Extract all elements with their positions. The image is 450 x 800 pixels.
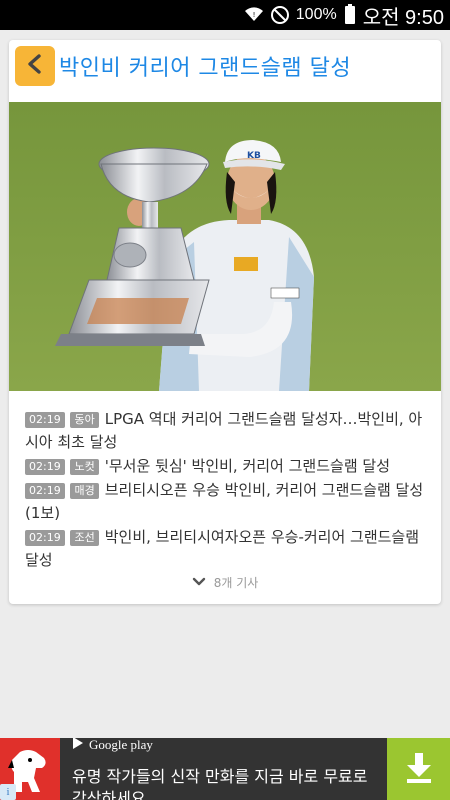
hero-image[interactable]: KB [9,102,441,391]
news-headline: '무서운 뒷심' 박인비, 커리어 그랜드슬램 달성 [104,457,390,475]
news-card: 박인비 커리어 그랜드슬램 달성 KB 02:19 동아 LPGA 역대 커리어… [9,40,441,604]
news-item[interactable]: 02:19 조선 박인비, 브리티시여자오픈 우승-커리어 그랜드슬램 달성 [25,526,425,572]
chevron-left-icon [24,53,46,79]
news-list: 02:19 동아 LPGA 역대 커리어 그랜드슬램 달성자…박인비, 아시아 최… [25,408,425,573]
status-bar: ! 100% 오전 9:50 [0,0,450,30]
svg-text:!: ! [252,11,255,19]
google-play-label: Google play [72,738,153,752]
source-badge: 매경 [70,483,99,499]
time-badge: 02:19 [25,412,65,428]
ad-info-icon[interactable]: i [0,784,16,800]
ad-text[interactable]: 유명 작가들의 신작 만화를 지금 바로 무료로 감상하세요 [72,766,382,800]
more-articles-button[interactable]: 8개 기사 [9,574,441,591]
source-badge: 노컷 [70,459,99,475]
time-badge: 02:19 [25,530,65,546]
svg-text:KB: KB [247,151,261,161]
no-sim-icon [270,5,290,25]
source-badge: 조선 [70,530,99,546]
clock: 오전 9:50 [362,6,444,29]
chevron-down-icon [192,576,206,590]
wifi-icon: ! [244,5,264,25]
news-item[interactable]: 02:19 노컷 '무서운 뒷심' 박인비, 커리어 그랜드슬램 달성 [25,455,425,478]
card-header: 박인비 커리어 그랜드슬램 달성 [9,40,441,102]
back-button[interactable] [15,46,55,86]
battery-icon [344,4,355,24]
source-badge: 동아 [70,412,99,428]
ad-banner[interactable]: Google play 유명 작가들의 신작 만화를 지금 바로 무료로 감상하… [0,738,450,800]
news-item[interactable]: 02:19 매경 브리티시오픈 우승 박인비, 커리어 그랜드슬램 달성(1보) [25,479,425,525]
status-icons: ! 100% 오전 9:50 [244,0,444,30]
time-badge: 02:19 [25,459,65,475]
google-play-icon [72,738,83,753]
download-icon [404,751,434,787]
battery-percent: 100% [295,6,337,23]
news-item[interactable]: 02:19 동아 LPGA 역대 커리어 그랜드슬램 달성자…박인비, 아시아 최… [25,408,425,454]
download-button[interactable] [387,738,450,800]
page-title: 박인비 커리어 그랜드슬램 달성 [59,56,352,81]
time-badge: 02:19 [25,483,65,499]
more-articles-label: 8개 기사 [213,576,259,590]
